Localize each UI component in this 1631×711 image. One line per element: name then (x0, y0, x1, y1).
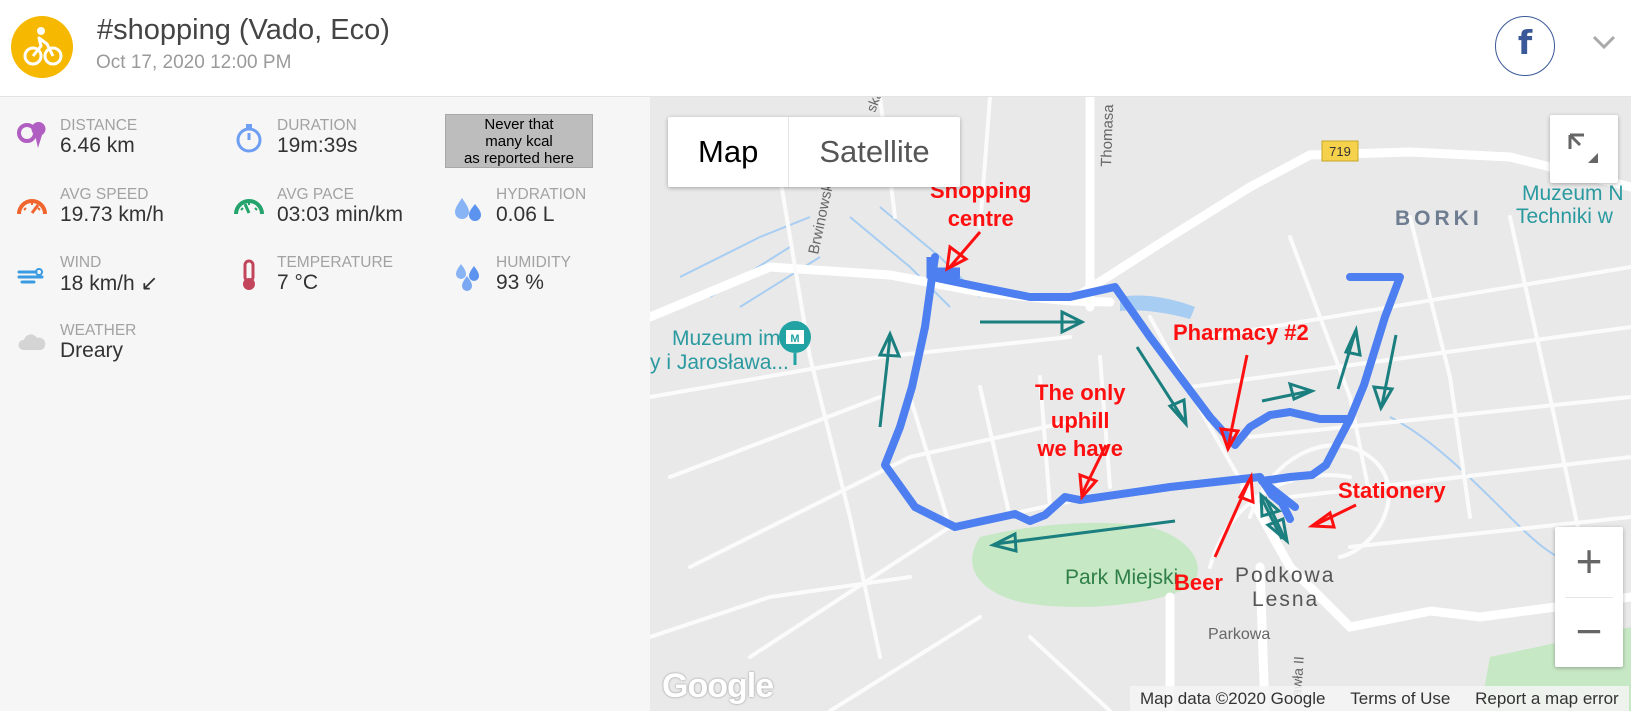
facebook-icon: f (1517, 23, 1533, 62)
fullscreen-button[interactable] (1550, 115, 1618, 183)
map-label: Muzeum N (1522, 182, 1624, 205)
stat-value: 7 °C (277, 271, 319, 294)
annotation-stationery: Stationery (1338, 478, 1446, 503)
chevron-down-icon[interactable] (1592, 34, 1616, 50)
map-type-control: Map Satellite (668, 117, 960, 187)
thermometer-icon (243, 259, 255, 290)
svg-text:M: M (790, 333, 799, 345)
map-label: Lesna (1252, 588, 1319, 611)
stat-label: HYDRATION (496, 186, 587, 203)
map-type-map-button[interactable]: Map (668, 117, 788, 187)
annotation-line: centre (947, 206, 1014, 231)
distance-pin-icon (17, 121, 46, 148)
stat-label: TEMPERATURE (277, 254, 393, 271)
kcal-note: Never that many kcal as reported here (445, 114, 593, 168)
fullscreen-icon (1568, 133, 1598, 163)
cloud-icon (18, 334, 46, 350)
stat-value: 03:03 min/km (277, 203, 404, 226)
annotation-line: The only (1035, 380, 1126, 405)
stat-label: WIND (60, 254, 102, 271)
bicycle-icon (11, 16, 73, 78)
water-drops-icon (455, 198, 481, 221)
stat-value: 18 km/h ↙ (60, 272, 159, 295)
map-attribution: Map data ©2020 Google Terms of Use Repor… (1130, 686, 1629, 711)
wind-icon (17, 268, 44, 284)
pace-gauge-icon (234, 199, 264, 215)
annotation-pharmacy: Pharmacy #2 (1173, 320, 1309, 345)
stat-label: DISTANCE (60, 117, 138, 134)
map-data-text: Map data ©2020 Google (1140, 689, 1326, 708)
activity-header: #shopping (Vado, Eco) Oct 17, 2020 12:00… (0, 0, 1631, 97)
stat-label: DURATION (277, 117, 357, 134)
map-label: BORKI (1395, 207, 1483, 230)
annotation-beer: Beer (1174, 570, 1223, 595)
note-line: as reported here (463, 150, 575, 167)
map-label: Techniki w (1516, 205, 1614, 228)
map-label: Muzeum im. (672, 327, 786, 350)
stat-value: 93 % (496, 271, 544, 294)
humidity-drops-icon (456, 264, 479, 291)
stat-label: AVG SPEED (60, 186, 149, 203)
stat-value: 19.73 km/h (60, 203, 164, 226)
road-badge-label: 719 (1329, 144, 1351, 159)
annotation-uphill: The only uphill we have (1035, 379, 1125, 463)
note-line: Never that (484, 116, 554, 133)
speedometer-icon (17, 199, 47, 215)
stat-value: 0.06 L (496, 203, 555, 226)
stats-panel: DISTANCE 6.46 km DURATION 19m:39s Never … (0, 97, 650, 711)
map-label: Thomasa (1098, 103, 1117, 167)
annotation-line: uphill (1050, 408, 1110, 433)
stat-value: 19m:39s (277, 134, 358, 157)
terms-link[interactable]: Terms of Use (1340, 689, 1460, 708)
activity-title: #shopping (Vado, Eco) (97, 14, 390, 46)
map-label: Podkowa (1235, 564, 1335, 587)
map-canvas: 719 M BORKI Muzeum N Techniki w Muzeum i… (650, 97, 1631, 711)
zoom-out-button[interactable]: − (1555, 597, 1623, 667)
zoom-control: + − (1555, 527, 1623, 667)
google-logo: Google (662, 667, 774, 705)
map-label: y i Jarosława... (650, 351, 789, 374)
stat-value: Dreary (60, 339, 124, 362)
zoom-in-button[interactable]: + (1555, 527, 1623, 597)
stat-label: AVG PACE (277, 186, 354, 203)
activity-date: Oct 17, 2020 12:00 PM (96, 52, 292, 73)
stat-label: WEATHER (60, 322, 137, 339)
stopwatch-icon (236, 124, 262, 153)
annotation-line: we have (1037, 436, 1124, 461)
note-line: many kcal (485, 133, 553, 150)
map-label: Parkowa (1208, 626, 1270, 643)
stat-label: HUMIDITY (496, 254, 571, 271)
facebook-share-button[interactable]: f (1495, 16, 1555, 76)
map-type-satellite-button[interactable]: Satellite (788, 117, 959, 187)
map-label: Park Miejski (1065, 566, 1178, 589)
route-map[interactable]: 719 M BORKI Muzeum N Techniki w Muzeum i… (650, 97, 1631, 711)
report-error-link[interactable]: Report a map error (1465, 689, 1629, 708)
stat-value: 6.46 km (60, 134, 135, 157)
